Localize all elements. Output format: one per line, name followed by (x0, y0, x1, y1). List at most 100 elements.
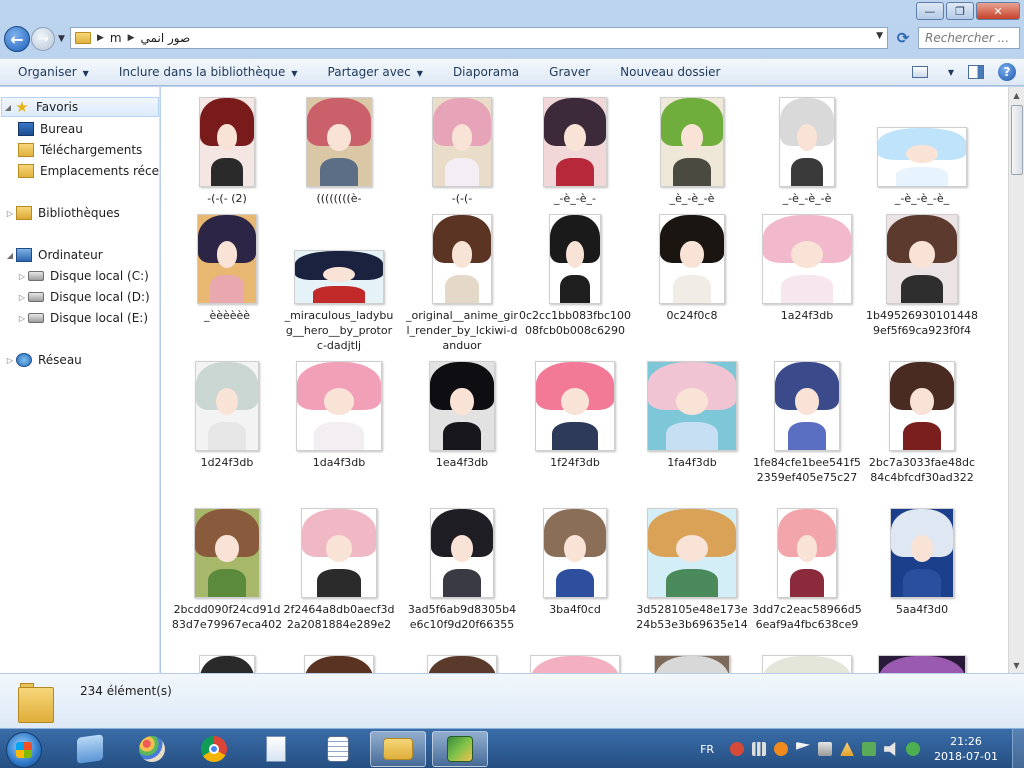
file-item[interactable]: 3d528105e48e173e24b53e3b69635e14 (636, 508, 748, 632)
back-button[interactable]: ← (4, 26, 30, 52)
image-thumbnail[interactable] (197, 214, 257, 304)
taskbar-app-explorer[interactable] (370, 731, 426, 767)
help-button[interactable]: ? (998, 63, 1016, 81)
file-item[interactable]: 1b495269301014489ef5f69ca923f0f4 (866, 214, 978, 338)
new-folder-button[interactable]: Nouveau dossier (602, 65, 732, 79)
expand-arrow-icon[interactable]: ▷ (16, 293, 28, 302)
view-options-dropdown[interactable]: ▼ (948, 68, 954, 77)
image-thumbnail[interactable] (296, 361, 382, 451)
show-desktop-button[interactable] (1012, 729, 1024, 768)
taskbar-app-notes[interactable] (62, 731, 118, 767)
file-item[interactable] (406, 655, 518, 673)
nav-computer[interactable]: ◢ Ordinateur (4, 245, 103, 265)
file-item[interactable] (283, 655, 395, 673)
file-item[interactable]: 1fa4f3db (636, 361, 748, 470)
nav-libraries[interactable]: ▷ Bibliothèques (4, 203, 120, 223)
breadcrumb-current[interactable]: صور انمي (141, 31, 191, 45)
change-view-icon[interactable] (911, 66, 928, 78)
image-thumbnail[interactable] (889, 361, 955, 451)
image-thumbnail[interactable] (194, 508, 260, 598)
expand-arrow-icon[interactable]: ◢ (2, 103, 14, 112)
taskbar-app-notepad[interactable] (310, 731, 366, 767)
image-thumbnail[interactable] (890, 508, 954, 598)
file-item[interactable]: 1a24f3db (751, 214, 863, 323)
image-thumbnail[interactable] (430, 508, 494, 598)
expand-arrow-icon[interactable]: ▷ (4, 209, 16, 218)
image-thumbnail[interactable] (535, 361, 615, 451)
nav-downloads[interactable]: Téléchargements (18, 140, 142, 160)
file-item[interactable]: 1d24f3db (171, 361, 283, 470)
slideshow-button[interactable]: Diaporama (435, 65, 531, 79)
nav-favorites[interactable]: ◢ ★ Favoris (1, 97, 159, 117)
image-thumbnail[interactable] (432, 214, 492, 304)
image-thumbnail[interactable] (199, 655, 255, 673)
file-item[interactable]: -(-(- (406, 97, 518, 206)
image-thumbnail[interactable] (660, 97, 724, 187)
breadcrumb-m[interactable]: m (110, 31, 122, 45)
file-item[interactable]: 5aa4f3d0 (866, 508, 978, 617)
nav-desktop[interactable]: Bureau (18, 119, 83, 139)
image-thumbnail[interactable] (304, 655, 374, 673)
signal-bars-icon[interactable] (752, 742, 767, 756)
file-item[interactable]: _è_-è_-è (636, 97, 748, 206)
burn-button[interactable]: Graver (531, 65, 602, 79)
image-thumbnail[interactable] (199, 97, 255, 187)
image-thumbnail[interactable] (886, 214, 958, 304)
organize-menu[interactable]: Organiser ▼ (0, 65, 101, 79)
image-thumbnail[interactable] (543, 97, 607, 187)
close-button[interactable]: ✕ (976, 2, 1020, 20)
file-item[interactable]: _-è_-è_-è (751, 97, 863, 206)
start-button[interactable] (6, 732, 42, 768)
preview-pane-icon[interactable] (968, 65, 984, 79)
chevron-right-icon[interactable]: ▶ (128, 33, 135, 43)
image-thumbnail[interactable] (762, 214, 852, 304)
taskbar-app-document[interactable] (248, 731, 304, 767)
scroll-thumb[interactable] (1011, 105, 1023, 175)
image-thumbnail[interactable] (432, 97, 492, 187)
file-item[interactable]: 3ba4f0cd (519, 508, 631, 617)
image-thumbnail[interactable] (779, 97, 835, 187)
file-item[interactable] (866, 655, 978, 673)
file-item[interactable] (519, 655, 631, 673)
image-thumbnail[interactable] (306, 97, 372, 187)
file-item[interactable]: 3ad5f6ab9d8305b4e6c10f9d20f66355 (406, 508, 518, 632)
image-thumbnail[interactable] (878, 655, 966, 673)
image-thumbnail[interactable] (427, 655, 497, 673)
file-item[interactable]: _-è_-è_- (519, 97, 631, 206)
image-thumbnail[interactable] (762, 655, 852, 673)
expand-arrow-icon[interactable]: ▷ (4, 356, 16, 365)
file-item[interactable]: 2bc7a3033fae48dc84c4bfcdf30ad322 (866, 361, 978, 485)
address-bar[interactable]: ▶ m ▶ صور انمي ▼ (70, 27, 888, 49)
image-thumbnail[interactable] (543, 508, 607, 598)
usb-device-icon[interactable] (818, 742, 833, 756)
image-thumbnail[interactable] (659, 214, 725, 304)
file-item[interactable]: _miraculous_ladybug__hero__by_protorc-da… (283, 250, 395, 353)
image-thumbnail[interactable] (195, 361, 259, 451)
file-item[interactable]: _original__anime_girl_render_by_lckiwi-d… (406, 214, 518, 353)
avast-icon[interactable] (774, 742, 789, 756)
file-item[interactable] (171, 655, 283, 673)
warning-icon[interactable] (840, 742, 855, 756)
scroll-up-button[interactable]: ▲ (1009, 87, 1024, 103)
nav-disk-c[interactable]: ▷ Disque local (C:) (16, 266, 149, 286)
nav-network[interactable]: ▷ Réseau (4, 350, 82, 370)
file-item[interactable] (636, 655, 748, 673)
image-thumbnail[interactable] (549, 214, 601, 304)
vertical-scrollbar[interactable]: ▲ ▼ (1008, 87, 1024, 673)
search-input[interactable]: Rechercher ... (918, 27, 1020, 49)
nav-disk-e[interactable]: ▷ Disque local (E:) (16, 308, 148, 328)
nav-disk-d[interactable]: ▷ Disque local (D:) (16, 287, 150, 307)
image-thumbnail[interactable] (777, 508, 837, 598)
recent-pages-dropdown[interactable]: ▼ (58, 34, 65, 44)
file-item[interactable]: 1f24f3db (519, 361, 631, 470)
clock[interactable]: 21:26 2018-07-01 (934, 734, 998, 764)
forward-button[interactable]: → (31, 27, 55, 51)
file-item[interactable] (751, 655, 863, 673)
refresh-button[interactable]: ⟳ (892, 28, 914, 48)
chevron-right-icon[interactable]: ▶ (97, 33, 104, 43)
minimize-button[interactable]: — (916, 2, 944, 20)
file-item[interactable]: 2bcdd090f24cd91d83d7e79967eca402 (171, 508, 283, 632)
scroll-down-button[interactable]: ▼ (1009, 657, 1024, 673)
address-dropdown[interactable]: ▼ (876, 31, 883, 41)
file-item[interactable]: -(-(- (2) (171, 97, 283, 206)
